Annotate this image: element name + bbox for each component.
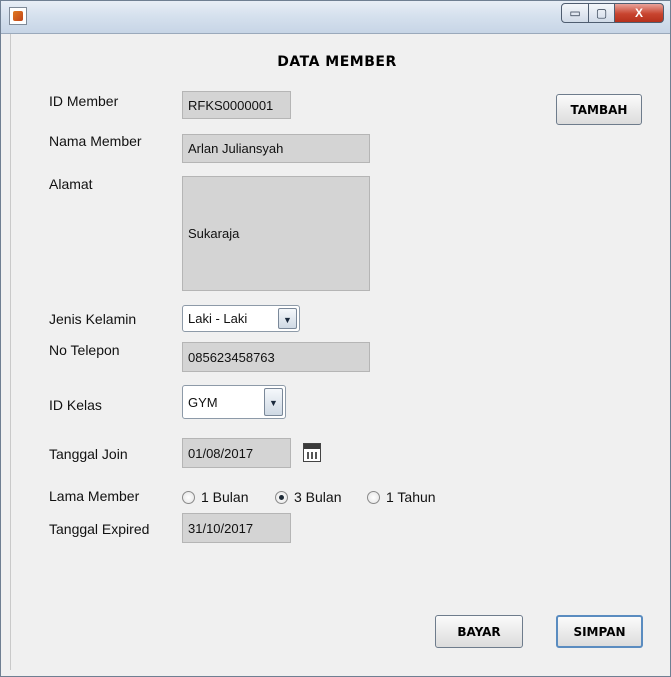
radio-label: 1 Tahun: [386, 489, 436, 505]
page-title: DATA MEMBER: [277, 54, 397, 70]
id-kelas-label: ID Kelas: [49, 397, 102, 413]
tanggal-join-field[interactable]: 01/08/2017: [182, 438, 291, 468]
maximize-button[interactable]: ▢: [588, 3, 615, 23]
simpan-button[interactable]: SIMPAN: [556, 615, 643, 648]
app-window: ▭ ▢ X DATA MEMBER ID Member RFKS0000001 …: [0, 0, 671, 677]
no-telepon-field[interactable]: 085623458763: [182, 342, 370, 372]
tanggal-expired-field[interactable]: 31/10/2017: [182, 513, 291, 543]
tambah-button[interactable]: TAMBAH: [556, 94, 642, 125]
nama-member-label: Nama Member: [49, 133, 142, 149]
radio-3-bulan[interactable]: 3 Bulan: [275, 489, 341, 505]
nama-member-field[interactable]: Arlan Juliansyah: [182, 134, 370, 163]
alamat-textarea[interactable]: Sukaraja: [182, 176, 370, 291]
form-panel: DATA MEMBER ID Member RFKS0000001 TAMBAH…: [10, 34, 663, 670]
jenis-kelamin-selected: Laki - Laki: [188, 311, 248, 326]
id-member-label: ID Member: [49, 93, 119, 109]
minimize-button[interactable]: ▭: [561, 3, 589, 23]
id-member-field[interactable]: RFKS0000001: [182, 91, 291, 119]
radio-icon: [182, 490, 195, 504]
no-telepon-label: No Telepon: [49, 342, 120, 358]
chevron-down-icon[interactable]: ▼: [278, 308, 297, 329]
java-app-icon: [9, 7, 27, 25]
jenis-kelamin-dropdown[interactable]: Laki - Laki ▼: [182, 305, 300, 332]
id-kelas-selected: GYM: [188, 395, 218, 410]
lama-member-radio-group: 1 Bulan 3 Bulan 1 Tahun: [182, 489, 482, 507]
radio-selected-icon: [275, 490, 288, 504]
id-kelas-dropdown[interactable]: GYM ▼: [182, 385, 286, 419]
tanggal-join-label: Tanggal Join: [49, 446, 128, 462]
radio-label: 1 Bulan: [201, 489, 249, 505]
radio-icon: [367, 490, 380, 504]
radio-1-tahun[interactable]: 1 Tahun: [367, 489, 436, 505]
jenis-kelamin-label: Jenis Kelamin: [49, 311, 137, 327]
title-bar: ▭ ▢ X: [1, 1, 670, 34]
close-button[interactable]: X: [614, 3, 664, 23]
radio-1-bulan[interactable]: 1 Bulan: [182, 489, 248, 505]
calendar-icon[interactable]: [303, 443, 321, 462]
alamat-label: Alamat: [49, 176, 93, 192]
radio-label: 3 Bulan: [294, 489, 342, 505]
bayar-button[interactable]: BAYAR: [435, 615, 523, 648]
chevron-down-icon[interactable]: ▼: [264, 388, 283, 416]
lama-member-label: Lama Member: [49, 488, 140, 504]
tanggal-expired-label: Tanggal Expired: [49, 521, 150, 537]
